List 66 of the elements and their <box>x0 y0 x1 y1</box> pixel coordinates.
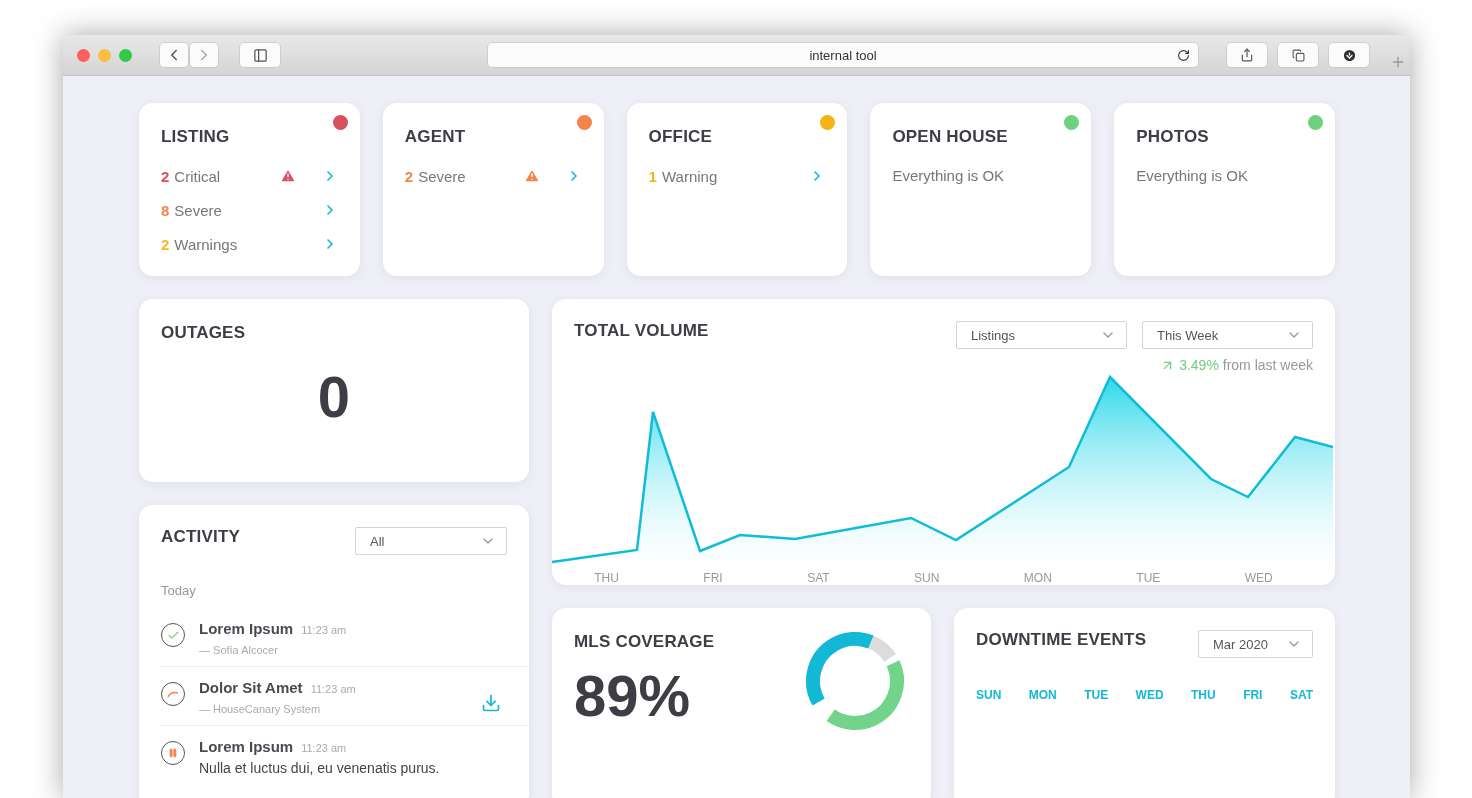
close-icon[interactable] <box>77 48 90 62</box>
issue-label: 2 Critical <box>161 167 221 185</box>
issue-label: 2 Severe <box>404 167 466 185</box>
activity-time: 11:23 am <box>301 624 347 636</box>
axis-label: SUN <box>914 571 940 585</box>
share-icon <box>1240 48 1254 62</box>
status-message: Everything is OK <box>1136 167 1249 184</box>
axis-label: THU <box>594 571 619 585</box>
axis-label: MON <box>1023 571 1052 585</box>
change-text: 3.49% from last week <box>1179 357 1313 373</box>
activity-time: 11:23 am <box>310 683 356 695</box>
share-button[interactable] <box>1227 43 1267 67</box>
activity-text: Nulla et luctus dui, eu venenatis purus. <box>199 760 441 776</box>
sidebar-icon <box>252 47 268 63</box>
card-title: TOTAL VOLUME <box>574 321 709 341</box>
sidebar-button[interactable] <box>240 43 280 67</box>
back-button[interactable] <box>160 43 188 67</box>
download-icon[interactable] <box>481 693 501 713</box>
card-title: ACTIVITY <box>161 527 241 547</box>
coverage-percent: 89% <box>574 662 691 729</box>
axis-label: TUE <box>1136 571 1161 585</box>
maximize-icon[interactable] <box>119 48 132 62</box>
activity-author: — HouseCanary System <box>199 703 322 715</box>
tabs-icon <box>1291 48 1305 62</box>
card-title: PHOTOS <box>1136 127 1210 147</box>
card-title: OUTAGES <box>161 323 247 343</box>
axis-label: FRI <box>703 571 723 585</box>
month-dropdown[interactable]: Mar 2020 <box>1198 630 1313 658</box>
card-title: OFFICE <box>648 127 714 147</box>
address-bar[interactable]: internal tool <box>488 43 1198 67</box>
weekday-label: SAT <box>1289 688 1313 702</box>
activity-title: Lorem Ipsum <box>199 738 294 755</box>
weekday-label: WED <box>1135 688 1164 702</box>
minimize-icon[interactable] <box>98 48 111 62</box>
activity-title: Lorem Ipsum <box>199 620 294 637</box>
activity-title: Dolor Sit Amet <box>199 679 303 696</box>
card-title: LISTING <box>161 127 231 147</box>
activity-time: 11:23 am <box>301 742 347 754</box>
tabs-button[interactable] <box>1278 43 1318 67</box>
outages-count: 0 <box>316 363 352 430</box>
card-title: DOWNTIME EVENTS <box>976 630 1147 650</box>
weekday-label: TUE <box>1084 688 1109 702</box>
period-dropdown[interactable]: This Week <box>1142 321 1313 349</box>
card-title: MLS COVERAGE <box>574 632 716 652</box>
axis-label: SAT <box>807 571 830 585</box>
weekday-label: MON <box>1028 688 1057 702</box>
axis-label: WED <box>1244 571 1273 585</box>
activity-author: — Sofía Alcocer <box>199 644 279 656</box>
group-label: Today <box>161 583 197 598</box>
card-title: OPEN HOUSE <box>892 127 1009 147</box>
filter-dropdown[interactable]: All <box>355 527 507 555</box>
weekday-label: SUN <box>976 688 1002 702</box>
issue-label: 1 Warning <box>648 167 718 185</box>
card-title: AGENT <box>404 127 467 147</box>
status-message: Everything is OK <box>892 167 1006 184</box>
new-tab-icon[interactable] <box>1390 54 1406 70</box>
address-text: internal tool <box>809 47 877 63</box>
reload-icon[interactable] <box>1177 48 1190 62</box>
weekday-label: FRI <box>1243 688 1263 702</box>
download-icon <box>1341 47 1357 63</box>
forward-button[interactable] <box>190 43 218 67</box>
weekday-label: THU <box>1191 688 1216 702</box>
issue-label: 8 Severe <box>161 201 222 219</box>
downloads-button[interactable] <box>1329 43 1369 67</box>
issue-label: 2 Warnings <box>161 235 238 253</box>
metric-dropdown[interactable]: Listings <box>956 321 1127 349</box>
